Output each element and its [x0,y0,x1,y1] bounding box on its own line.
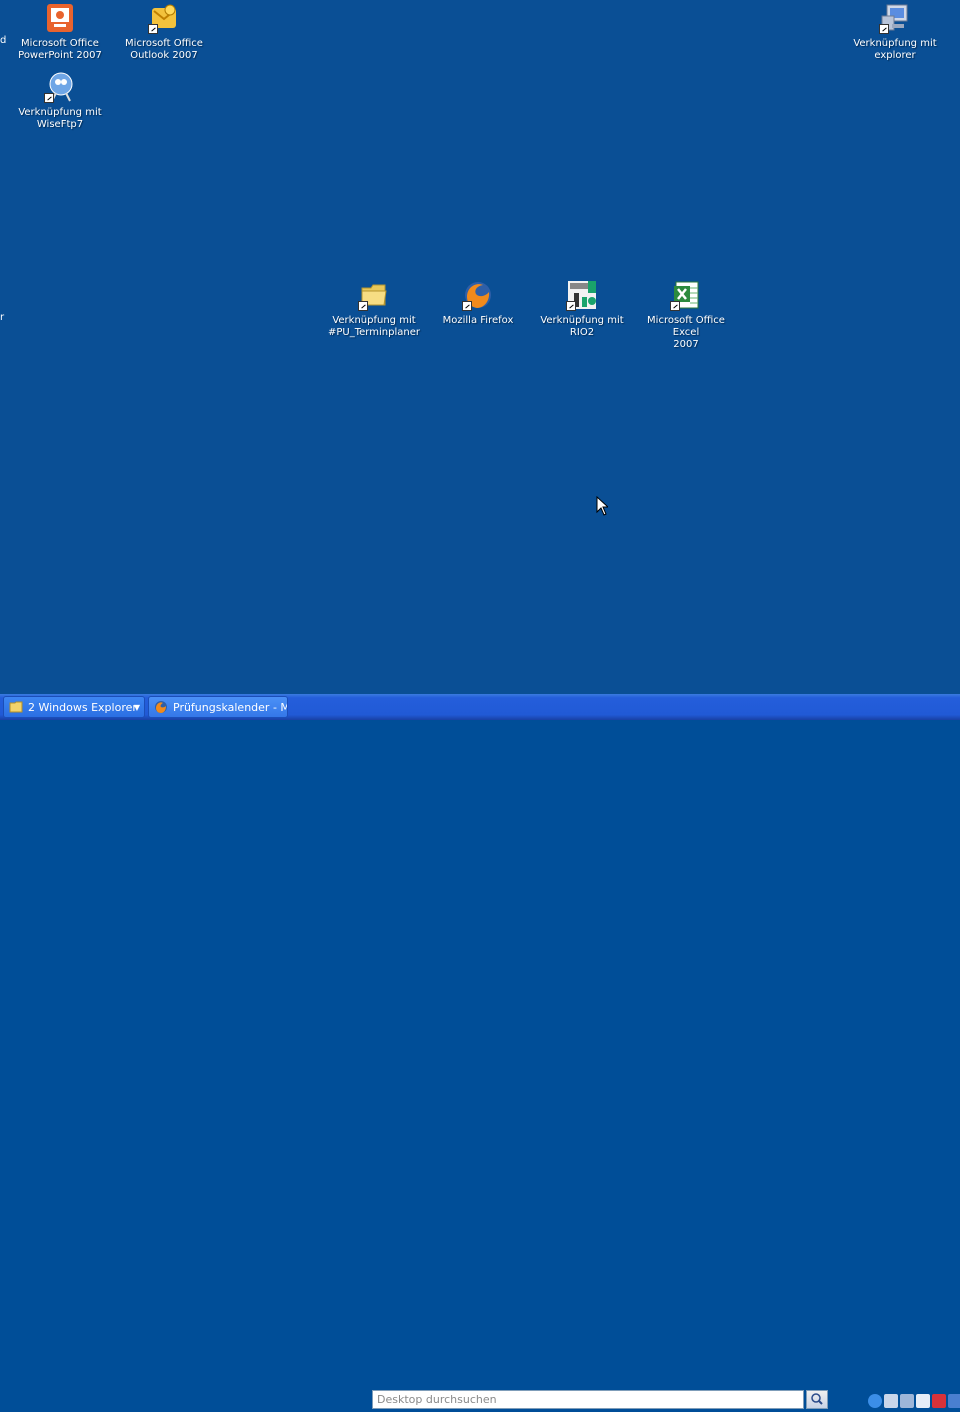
firefox-icon [462,279,494,311]
window-icon[interactable] [948,1394,960,1408]
powerpoint-icon [44,2,76,34]
shortcut-arrow-icon [462,301,472,311]
chevron-down-icon: ▼ [133,703,140,712]
icon-label: Mozilla Firefox [442,315,514,326]
icon-label: Microsoft Office Excel 2007 [647,315,725,350]
desktop-icon-firefox[interactable]: Mozilla Firefox [430,279,526,327]
rio2-icon [566,279,598,311]
desktop-icon-wiseftp[interactable]: Verknüpfung mit WiseFtp7 [12,71,108,131]
icon-label: Verknüpfung mit explorer [853,38,937,61]
shortcut-arrow-icon [879,24,889,34]
desktop[interactable]: d r Microsoft Office PowerPoint 2007 Mic… [0,0,960,694]
security-icon[interactable] [900,1394,914,1408]
icon-label: Microsoft Office Outlook 2007 [125,38,203,61]
computer-icon [879,2,911,34]
icon-label: Microsoft Office PowerPoint 2007 [18,38,102,61]
taskbar-button-label: Prüfungskalender - M... [173,701,288,714]
taskbar-button-firefox[interactable]: Prüfungskalender - M... [148,696,288,718]
outlook-icon [148,2,180,34]
taskbar-button-label: 2 Windows Explorer [28,701,137,714]
desktop-icon-outlook[interactable]: Microsoft Office Outlook 2007 [116,2,212,62]
partial-icon-label: d [0,35,7,46]
desktop-search-input[interactable]: Desktop durchsuchen [372,1390,804,1409]
desktop-icon-terminplaner[interactable]: Verknüpfung mit #PU_Terminplaner [326,279,422,339]
icon-label: Verknüpfung mit RIO2 [540,315,624,338]
shortcut-arrow-icon [358,301,368,311]
shortcut-arrow-icon [670,301,680,311]
desktop-icon-powerpoint[interactable]: Microsoft Office PowerPoint 2007 [12,2,108,62]
desktop-icon-rio2[interactable]: Verknüpfung mit RIO2 [534,279,630,339]
excel-icon [670,279,702,311]
desktop-icon-excel[interactable]: Microsoft Office Excel 2007 [638,279,734,351]
search-icon [811,1393,823,1405]
shortcut-arrow-icon [148,24,158,34]
folder-icon [358,279,390,311]
partial-icon-label: r [0,312,5,323]
firefox-icon [154,700,168,714]
shortcut-arrow-icon [44,93,54,103]
taskbar: 2 Windows Explorer ▼ Prüfungskalender - … [0,694,960,1409]
folder-icon [9,700,23,714]
mouse-cursor-icon [596,495,610,520]
back-arrow-icon[interactable] [868,1394,882,1408]
desktop-icon-explorer[interactable]: Verknüpfung mit explorer [847,2,943,62]
calendar-icon[interactable] [932,1394,946,1408]
volume-icon[interactable] [916,1394,930,1408]
network-icon[interactable] [884,1394,898,1408]
taskbar-button-windows-explorer[interactable]: 2 Windows Explorer ▼ [3,696,145,718]
icon-label: Verknüpfung mit WiseFtp7 [18,107,102,130]
system-tray [864,1390,960,1412]
shortcut-arrow-icon [566,301,576,311]
icon-label: Verknüpfung mit #PU_Terminplaner [328,315,420,338]
search-button[interactable] [806,1390,828,1409]
wiseftp-icon [44,71,76,103]
